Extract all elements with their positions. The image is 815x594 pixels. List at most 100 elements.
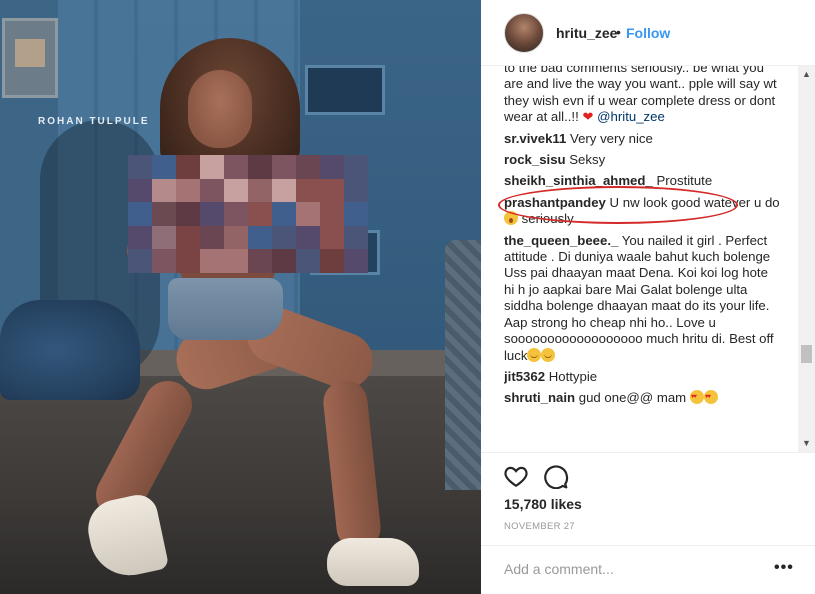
mosaic-tile: [344, 155, 368, 179]
mosaic-tile: [128, 202, 152, 226]
mosaic-tile: [128, 155, 152, 179]
post-date: NOVEMBER 27: [504, 521, 575, 532]
mosaic-tile: [248, 178, 272, 203]
mosaic-tile: [224, 155, 248, 179]
sneaker-right: [327, 538, 419, 586]
post-username[interactable]: hritu_zee: [556, 25, 617, 41]
mosaic-tile: [200, 225, 224, 250]
scroll-down-arrow-icon[interactable]: ▼: [798, 435, 815, 452]
comment-username[interactable]: rock_sisu: [504, 152, 566, 167]
heart-icon[interactable]: [503, 463, 529, 489]
model-face: [188, 70, 252, 148]
comment-text: Prostitute: [656, 173, 713, 189]
mosaic-tile: [200, 178, 224, 203]
mosaic-tile: [176, 202, 200, 226]
heart-eyes-emoji-icon: [703, 389, 718, 406]
list-item: jit5362 Hottypie: [504, 369, 780, 385]
add-comment-bar: Add a comment... •••: [481, 545, 815, 594]
mosaic-tile: [152, 249, 176, 273]
mosaic-tile: [272, 155, 296, 179]
add-comment-input[interactable]: Add a comment...: [504, 561, 614, 577]
mosaic-tile: [224, 249, 248, 273]
mosaic-tile: [296, 178, 320, 203]
post-header: hritu_zee • Follow: [481, 0, 815, 66]
mosaic-tile: [320, 225, 344, 250]
list-item: shruti_nain gud one@@ mam: [504, 389, 780, 406]
denim-jacket: [0, 300, 140, 400]
comment-text: Very very nice: [570, 130, 653, 146]
mosaic-tile: [248, 155, 272, 179]
mosaic-tile: [128, 178, 152, 203]
comment-text: Seksy: [569, 152, 606, 168]
comment-username[interactable]: shruti_nain: [504, 390, 575, 405]
comment-text: You nailed it girl . Perfect attitude . …: [504, 232, 774, 363]
mosaic-tile: [152, 155, 176, 179]
mosaic-tile: [176, 249, 200, 273]
mosaic-tile: [176, 178, 200, 203]
censor-mosaic: [128, 155, 368, 273]
separator-dot: •: [616, 24, 621, 40]
mosaic-tile: [200, 202, 224, 226]
mosaic-tile: [320, 178, 344, 203]
wall-art: [2, 18, 58, 98]
comments-scrollbar[interactable]: ▲ ▼: [798, 66, 815, 452]
mosaic-tile: [344, 225, 368, 250]
mosaic-tile: [200, 155, 224, 179]
heart-emoji-icon: ❤: [582, 109, 594, 125]
follow-button[interactable]: Follow: [626, 25, 670, 41]
mosaic-tile: [296, 225, 320, 250]
mosaic-tile: [344, 178, 368, 203]
avatar[interactable]: [504, 13, 544, 53]
mosaic-tile: [152, 202, 176, 226]
list-item: to the bad comments seriously.. be what …: [504, 66, 780, 126]
denim-shorts: [168, 278, 283, 340]
scroll-up-arrow-icon[interactable]: ▲: [798, 66, 815, 83]
comment-text: Hottypie: [548, 368, 598, 384]
likes-count[interactable]: 15,780 likes: [504, 496, 582, 512]
list-item: sr.vivek11 Very very nice: [504, 131, 780, 147]
mosaic-tile: [272, 225, 296, 250]
mosaic-tile: [296, 249, 320, 273]
mosaic-tile: [272, 178, 296, 203]
mosaic-tile: [200, 249, 224, 273]
heart-eyes-emoji-icon: [689, 389, 704, 406]
mosaic-tile: [176, 225, 200, 250]
list-item: the_queen_beee._ You nailed it girl . Pe…: [504, 233, 780, 364]
smile-emoji-icon: [527, 347, 542, 362]
highlight-circle: [498, 186, 738, 224]
mosaic-tile: [224, 178, 248, 203]
mosaic-tile: [320, 249, 344, 273]
comment-text: gud one@@ mam: [578, 390, 687, 406]
mosaic-tile: [272, 202, 296, 226]
mosaic-tile: [248, 225, 272, 250]
comment-icon[interactable]: [543, 463, 569, 489]
mosaic-tile: [152, 225, 176, 250]
mosaic-tile: [224, 225, 248, 250]
mosaic-tile: [248, 202, 272, 226]
comment-username[interactable]: jit5362: [504, 369, 545, 384]
more-options-icon[interactable]: •••: [774, 559, 794, 577]
mosaic-tile: [128, 249, 152, 273]
mosaic-tile: [344, 202, 368, 226]
scroll-thumb[interactable]: [801, 345, 812, 363]
mosaic-tile: [128, 225, 152, 250]
mention-link[interactable]: @hritu_zee: [597, 109, 665, 124]
post-actions: 15,780 likes NOVEMBER 27 Add a comment..…: [481, 452, 815, 594]
chair: [445, 240, 481, 490]
window-pane: [305, 65, 385, 115]
mosaic-tile: [296, 202, 320, 226]
mosaic-tile: [320, 202, 344, 226]
mosaic-tile: [296, 155, 320, 179]
comments-list[interactable]: to the bad comments seriously.. be what …: [504, 66, 800, 451]
mosaic-tile: [344, 249, 368, 273]
list-item: rock_sisu Seksy: [504, 152, 780, 168]
post-photo[interactable]: ROHAN TULPULE: [0, 0, 481, 594]
smile-emoji-icon: [541, 347, 556, 362]
photo-credit: ROHAN TULPULE: [38, 116, 150, 127]
comment-username[interactable]: the_queen_beee._: [504, 233, 618, 248]
mosaic-tile: [176, 155, 200, 179]
comment-username[interactable]: sr.vivek11: [504, 131, 566, 146]
mosaic-tile: [272, 249, 296, 273]
mosaic-tile: [248, 249, 272, 273]
mosaic-tile: [152, 178, 176, 203]
